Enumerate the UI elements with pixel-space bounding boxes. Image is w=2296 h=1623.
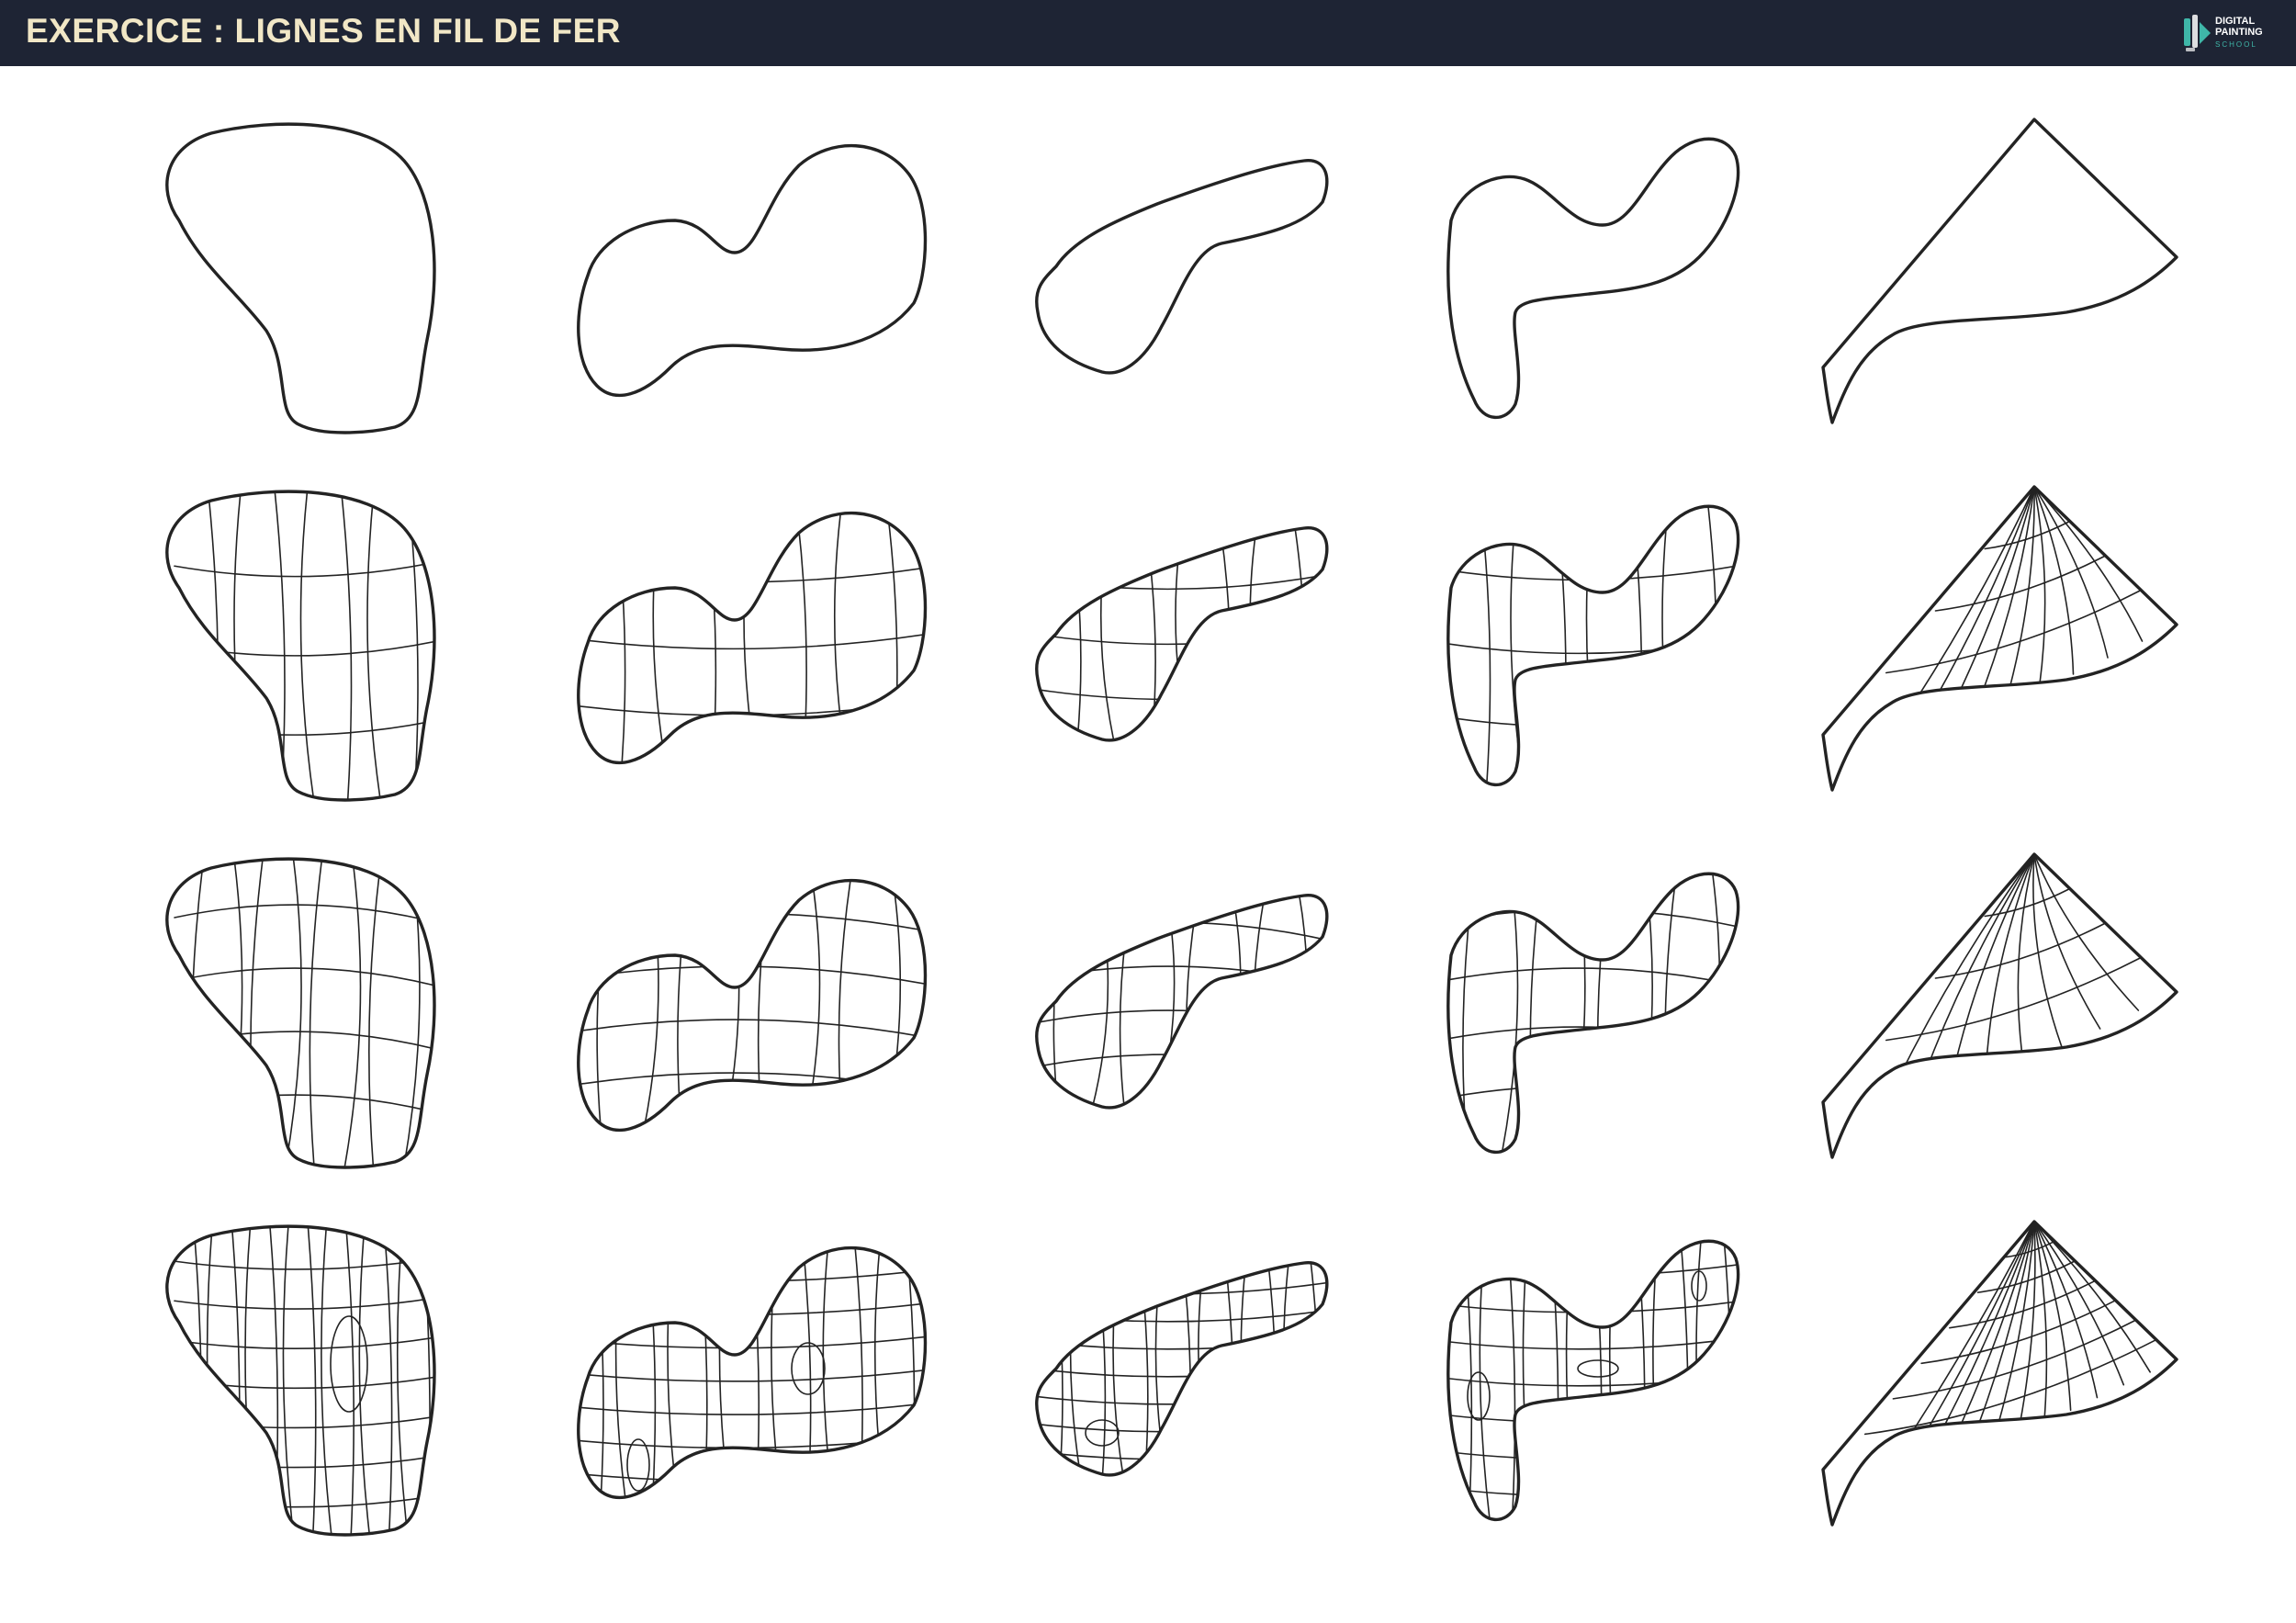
outline-cloud <box>577 143 928 398</box>
outline-blob <box>165 122 436 434</box>
shape-cloud-row-4 <box>577 1245 928 1500</box>
header-bar: EXERCICE : LIGNES EN FIL DE FER DIGITAL … <box>0 0 2296 66</box>
outline-cloud <box>577 1245 928 1500</box>
outline-fin <box>1821 485 2178 792</box>
shape-wave-row-2 <box>1446 504 1740 787</box>
shape-blob-row-3 <box>165 857 436 1169</box>
logo-text-school: SCHOOL <box>2215 40 2257 49</box>
outline-wave <box>1446 1239 1740 1522</box>
outline-wave <box>1446 137 1740 420</box>
shape-blob-row-4 <box>165 1224 436 1537</box>
exercise-sheet <box>0 66 2296 1623</box>
outline-cloud <box>577 511 928 765</box>
shape-bean-row-2 <box>1035 526 1329 742</box>
shape-wave-row-1 <box>1446 137 1740 420</box>
shape-blob-row-1 <box>165 122 436 434</box>
outline-wave <box>1446 872 1740 1155</box>
shape-wave-row-3 <box>1446 872 1740 1155</box>
outline-fin <box>1821 1220 2178 1527</box>
shape-bean-row-3 <box>1035 894 1329 1110</box>
outline-fin <box>1821 118 2178 424</box>
shape-fin-row-1 <box>1821 118 2178 424</box>
shape-cloud-row-3 <box>577 878 928 1133</box>
outline-cloud <box>577 878 928 1133</box>
outline-bean <box>1035 1261 1329 1477</box>
shape-cloud-row-1 <box>577 143 928 398</box>
outline-bean <box>1035 894 1329 1110</box>
shape-wave-row-4 <box>1446 1239 1740 1522</box>
shape-fin-row-4 <box>1821 1220 2178 1527</box>
outline-fin <box>1821 852 2178 1159</box>
outline-blob <box>165 1224 436 1537</box>
outline-wave <box>1446 504 1740 787</box>
page-title: EXERCICE : LIGNES EN FIL DE FER <box>26 12 622 50</box>
shape-fin-row-3 <box>1821 852 2178 1159</box>
shape-blob-row-2 <box>165 490 436 802</box>
shapes-grid <box>165 118 2178 1537</box>
shape-fin-row-2 <box>1821 485 2178 792</box>
logo-text-painting: PAINTING <box>2215 27 2263 38</box>
brush-pen-icon <box>2184 15 2211 51</box>
brand-logo: DIGITAL PAINTING SCHOOL <box>2180 11 2281 57</box>
outline-bean <box>1035 159 1329 375</box>
shape-cloud-row-2 <box>577 511 928 765</box>
shape-bean-row-1 <box>1035 159 1329 375</box>
logo-text-digital: DIGITAL <box>2215 16 2256 27</box>
shape-bean-row-4 <box>1035 1261 1329 1477</box>
